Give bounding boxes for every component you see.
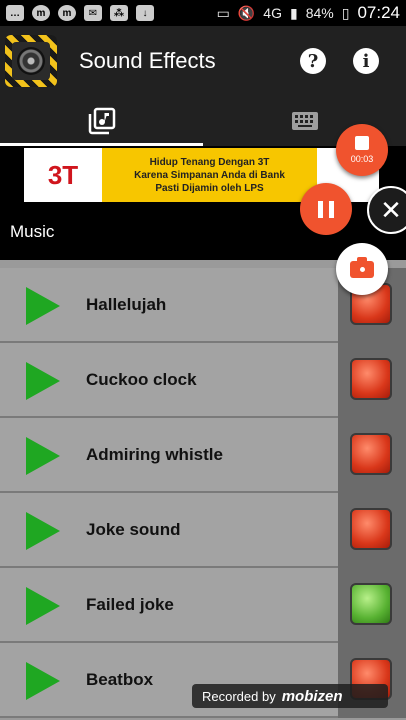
ad-line-3: Pasti Dijamin oleh LPS [155, 182, 264, 194]
app-logo [5, 35, 57, 87]
cast-icon: ▭ [216, 4, 230, 21]
pause-icon [318, 200, 323, 218]
mute-icon: 🔇 [237, 4, 256, 21]
sound-list: Hallelujah Cuckoo clock Admiring whistle… [0, 268, 406, 720]
sound-toggle[interactable] [350, 508, 392, 550]
clock: 07:24 [357, 3, 400, 22]
play-icon[interactable] [26, 512, 60, 550]
sound-toggle[interactable] [350, 433, 392, 475]
play-icon[interactable] [26, 587, 60, 625]
ad-line-1: Hidup Tenang Dengan 3T [149, 156, 270, 168]
list-item[interactable]: Admiring whistle [0, 418, 406, 493]
sound-toggle[interactable] [350, 358, 392, 400]
battery-icon: ▯ [341, 4, 350, 21]
sound-name: Beatbox [86, 670, 154, 689]
list-item[interactable]: Failed joke [0, 568, 406, 643]
stop-recording-button[interactable]: 00:03 [336, 124, 388, 176]
info-button[interactable]: i [353, 48, 379, 74]
ad-line-2: Karena Simpanan Anda di Bank [134, 169, 285, 181]
system-icons: ▭ 🔇 4G ▮ 84% ▯ 07:24 [217, 3, 400, 23]
recording-watermark: Recorded by mobizen [192, 684, 388, 708]
stop-icon [355, 136, 369, 150]
messenger-icon: m [32, 5, 50, 21]
recording-timer: 00:03 [350, 154, 374, 164]
ad-text: Hidup Tenang Dengan 3T Karena Simpanan A… [102, 156, 317, 195]
keyboard-icon [291, 112, 318, 130]
play-icon[interactable] [26, 662, 60, 700]
chat-icon: … [6, 5, 24, 21]
play-icon[interactable] [26, 437, 60, 475]
bbm-icon: ⁂ [110, 5, 128, 21]
speaker-icon [12, 42, 50, 80]
list-item[interactable]: Joke sound [0, 493, 406, 568]
network-type: 4G [263, 5, 282, 21]
watermark-text: Recorded by [202, 688, 276, 704]
signal-icon: ▮ [289, 4, 298, 21]
mail-icon: ✉ [84, 5, 102, 21]
app-bar: Sound Effects ? i [0, 26, 406, 96]
sound-name: Failed joke [86, 595, 174, 614]
pause-recording-button[interactable] [300, 183, 352, 235]
sound-name: Cuckoo clock [86, 370, 197, 389]
sound-name: Joke sound [86, 520, 181, 539]
screenshot-button[interactable] [336, 243, 388, 295]
play-icon[interactable] [26, 287, 60, 325]
play-icon[interactable] [26, 362, 60, 400]
list-item[interactable]: Cuckoo clock [0, 343, 406, 418]
music-library-icon [88, 107, 115, 135]
sound-toggle[interactable] [350, 583, 392, 625]
messenger-icon: m [58, 5, 76, 21]
battery-percent: 84% [305, 5, 334, 21]
notification-icons: … m m ✉ ⁂ ↓ [6, 5, 217, 21]
sound-name: Admiring whistle [86, 445, 223, 464]
app-title: Sound Effects [79, 48, 216, 73]
status-bar: … m m ✉ ⁂ ↓ ▭ 🔇 4G ▮ 84% ▯ 07:24 [0, 0, 406, 26]
sound-name: Hallelujah [86, 295, 167, 314]
tab-music[interactable] [0, 96, 203, 146]
watermark-brand: mobizen [281, 687, 343, 705]
camera-icon [350, 256, 374, 278]
help-button[interactable]: ? [300, 48, 326, 74]
download-icon: ↓ [136, 5, 154, 21]
ad-brand: 3T [24, 148, 102, 202]
